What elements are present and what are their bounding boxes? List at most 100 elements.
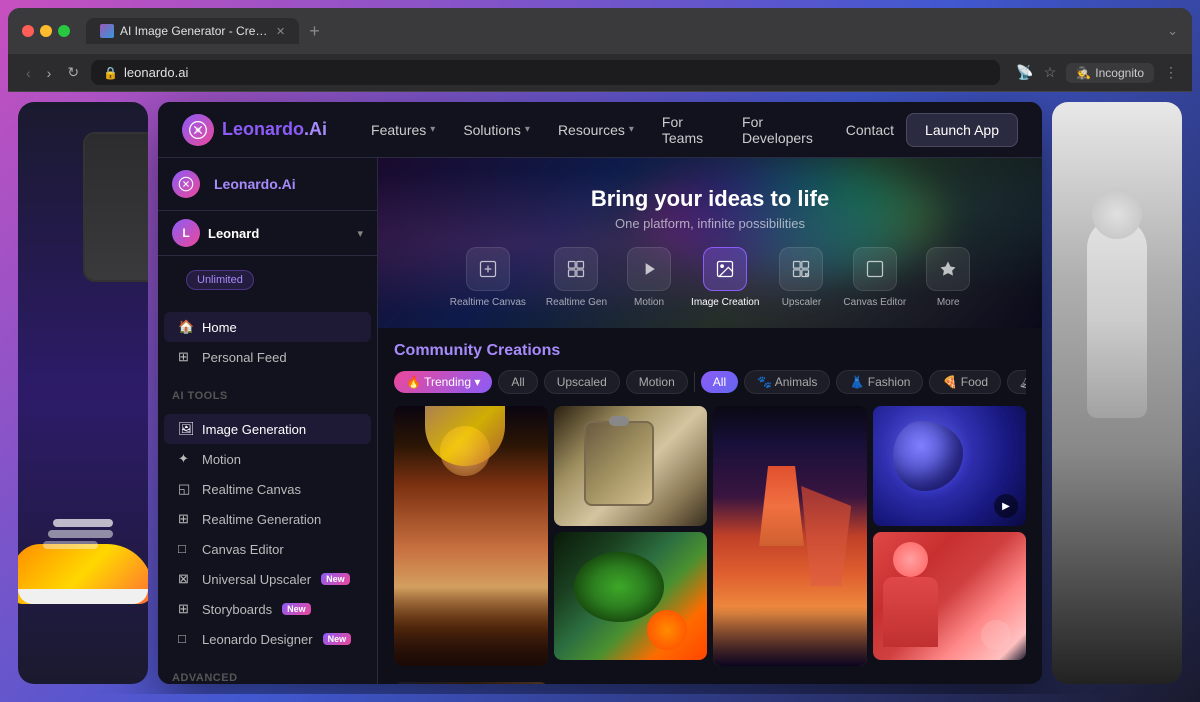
sidebar-item-realtime-canvas[interactable]: ◱ Realtime Canvas (164, 474, 371, 504)
grid-item-cartoon-girl[interactable] (873, 532, 1027, 660)
sidebar-item-leo-designer[interactable]: □ Leonardo Designer New (164, 624, 371, 654)
user-avatar: L (172, 219, 200, 247)
tab-close-icon[interactable]: ✕ (276, 25, 285, 38)
sidebar-item-home[interactable]: 🏠 Home (164, 312, 371, 342)
hero-title: Bring your ideas to life (402, 186, 1018, 212)
home-icon: 🏠 (178, 319, 194, 335)
filter-upscaled[interactable]: Upscaled (544, 370, 620, 394)
browser-tab-active[interactable]: AI Image Generator - Create ✕ (86, 18, 299, 44)
nav-features[interactable]: Features▾ (359, 116, 447, 144)
nav-resources[interactable]: Resources▾ (546, 116, 646, 144)
image-creation-icon (703, 247, 747, 291)
left-decoration (18, 102, 148, 684)
address-bar[interactable]: 🔒 leonardo.ai (91, 60, 1000, 85)
back-button[interactable]: ‹ (22, 63, 35, 83)
nav-for-developers[interactable]: For Developers (730, 108, 830, 152)
close-button[interactable] (22, 25, 34, 37)
motion-icon (627, 247, 671, 291)
storyboards-new-badge: New (282, 603, 311, 615)
filter-all-active[interactable]: All (701, 371, 738, 393)
realtime-gen-icon: ⊞ (178, 511, 194, 527)
advanced-label: Advanced (158, 662, 377, 684)
hero-banner: Bring your ideas to life One platform, i… (378, 158, 1042, 328)
sidebar-item-image-gen[interactable]: 🖼 Image Generation (164, 414, 371, 444)
upscaler-icon: ⊠ (178, 571, 194, 587)
hero-tool-image-creation[interactable]: Image Creation (691, 247, 759, 308)
sidebar-item-storyboards[interactable]: ⊞ Storyboards New (164, 594, 371, 624)
hero-tool-more[interactable]: More (926, 247, 970, 308)
canvas-editor-icon: □ (178, 541, 194, 557)
image-gen-icon: 🖼 (178, 421, 194, 437)
grid-item-handbag[interactable] (554, 406, 708, 526)
url-display: leonardo.ai (124, 65, 988, 80)
nav-contact[interactable]: Contact (834, 116, 906, 144)
upscaler-icon (779, 247, 823, 291)
window-minimize-icon[interactable]: ⌄ (1167, 23, 1178, 39)
grid-item-dress[interactable] (713, 406, 867, 666)
right-decoration (1052, 102, 1182, 684)
filter-food[interactable]: 🍕 Food (929, 370, 1001, 394)
forward-button[interactable]: › (43, 63, 56, 83)
image-grid-row2 (378, 682, 1042, 684)
storyboards-icon: ⊞ (178, 601, 194, 617)
filter-fashion[interactable]: 👗 Fashion (836, 370, 923, 394)
minimize-button[interactable] (40, 25, 52, 37)
hero-tool-realtime-gen[interactable]: Realtime Gen (546, 247, 607, 308)
canvas-editor-icon (853, 247, 897, 291)
launch-app-button[interactable]: Launch App (906, 113, 1018, 147)
maximize-button[interactable] (58, 25, 70, 37)
user-dropdown-arrow[interactable]: ▾ (357, 227, 363, 240)
realtime-gen-icon (554, 247, 598, 291)
sidebar-logo (172, 170, 200, 198)
image-grid: ▶ (378, 406, 1042, 682)
cast-icon[interactable]: 📡 (1016, 64, 1033, 81)
incognito-button[interactable]: 🕵 Incognito (1066, 63, 1154, 83)
hero-tool-realtime-canvas[interactable]: Realtime Canvas (450, 247, 526, 308)
upscaler-label: Upscaler (782, 297, 821, 308)
realtime-canvas-label: Realtime Canvas (450, 297, 526, 308)
sidebar-item-realtime-gen[interactable]: ⊞ Realtime Generation (164, 504, 371, 534)
motion-label: Motion (634, 297, 664, 308)
app-window: Leonardo.Ai Features▾ Solutions▾ Resourc… (158, 102, 1042, 684)
filter-all-inactive[interactable]: All (498, 370, 537, 394)
new-tab-button[interactable]: + (303, 21, 326, 42)
plan-badge: Unlimited (186, 270, 254, 290)
grid-item-chameleon[interactable] (554, 532, 708, 660)
ai-tools-label: AI Tools (158, 380, 377, 406)
designer-new-badge: New (323, 633, 352, 645)
sidebar-item-personal-feed[interactable]: ⊞ Personal Feed (164, 342, 371, 372)
community-section: Community Creations 🔥 Trending ▾ All Ups… (378, 328, 1042, 394)
tab-title: AI Image Generator - Create (120, 24, 270, 38)
filter-landscapes[interactable]: 🏔 Landscapes (1007, 370, 1026, 394)
community-title: Community Creations (394, 342, 1026, 360)
filter-trending[interactable]: 🔥 Trending ▾ (394, 371, 492, 393)
nav-for-teams[interactable]: For Teams (650, 108, 726, 152)
lock-icon: 🔒 (103, 66, 118, 80)
logo-text: Leonardo.Ai (222, 119, 327, 140)
realtime-canvas-icon (466, 247, 510, 291)
menu-icon[interactable]: ⋮ (1164, 64, 1178, 81)
realtime-gen-label: Realtime Gen (546, 297, 607, 308)
filter-motion[interactable]: Motion (626, 370, 688, 394)
realtime-canvas-icon: ◱ (178, 481, 194, 497)
hero-tool-canvas-editor[interactable]: Canvas Editor (843, 247, 906, 308)
bookmark-icon[interactable]: ☆ (1044, 64, 1057, 81)
nav-solutions[interactable]: Solutions▾ (451, 116, 542, 144)
filter-animals[interactable]: 🐾 Animals (744, 370, 830, 394)
sidebar-item-motion[interactable]: ✦ Motion (164, 444, 371, 474)
incognito-icon: 🕵 (1076, 66, 1091, 80)
sidebar-item-upscaler[interactable]: ⊠ Universal Upscaler New (164, 564, 371, 594)
sidebar-item-canvas-editor[interactable]: □ Canvas Editor (164, 534, 371, 564)
motion-icon: ✦ (178, 451, 194, 467)
hero-tools: Realtime Canvas (402, 247, 1018, 308)
hero-tool-upscaler[interactable]: Upscaler (779, 247, 823, 308)
grid-item-afro[interactable] (394, 682, 548, 684)
canvas-editor-label: Canvas Editor (843, 297, 906, 308)
hero-tool-motion[interactable]: Motion (627, 247, 671, 308)
grid-item-woman-gold[interactable] (394, 406, 548, 666)
image-creation-label: Image Creation (691, 297, 759, 308)
grid-item-3d-object[interactable]: ▶ (873, 406, 1027, 526)
feed-icon: ⊞ (178, 349, 194, 365)
refresh-button[interactable]: ↻ (63, 62, 83, 83)
nav-links: Features▾ Solutions▾ Resources▾ For Team… (359, 108, 906, 152)
